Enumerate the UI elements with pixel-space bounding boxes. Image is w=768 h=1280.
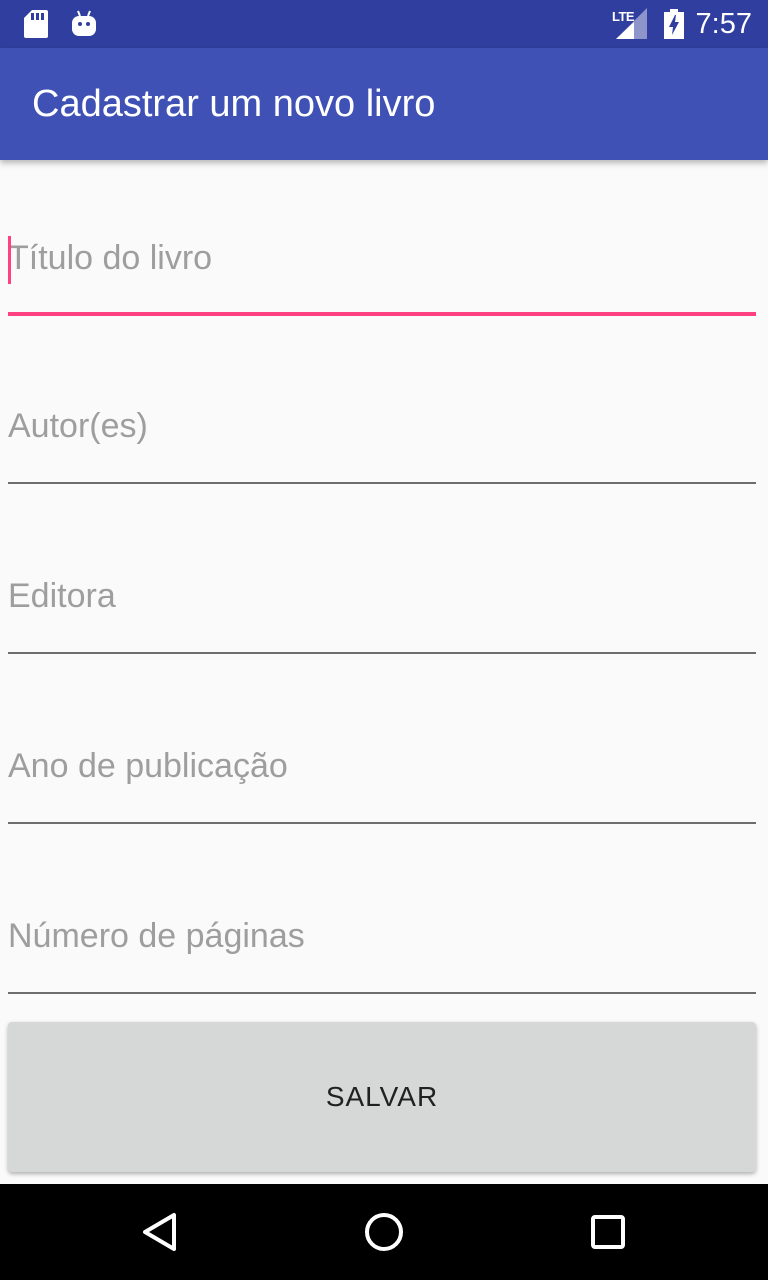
recents-icon[interactable]: [584, 1208, 632, 1256]
year-input[interactable]: [8, 724, 756, 824]
year-field[interactable]: Ano de publicação: [8, 724, 756, 824]
home-icon[interactable]: [360, 1208, 408, 1256]
signal-icon: [614, 8, 648, 45]
pages-field[interactable]: Número de páginas: [8, 894, 756, 994]
navigation-bar: [0, 1184, 768, 1280]
author-field[interactable]: Autor(es): [8, 384, 756, 484]
page-title: Cadastrar um novo livro: [32, 83, 436, 125]
clock: 7:57: [695, 8, 752, 40]
pages-underline: [8, 992, 756, 994]
author-underline: [8, 482, 756, 484]
publisher-underline: [8, 652, 756, 654]
book-form: Título do livro Autor(es) Editora Ano de…: [0, 160, 768, 1184]
status-bar: LTE 7:57: [0, 0, 768, 48]
publisher-field[interactable]: Editora: [8, 554, 756, 654]
year-underline: [8, 822, 756, 824]
author-input[interactable]: [8, 384, 756, 484]
battery-charging-icon: [664, 9, 684, 44]
pages-input[interactable]: [8, 894, 756, 994]
save-button[interactable]: SALVAR: [8, 1022, 756, 1172]
sd-card-icon: [24, 10, 48, 43]
back-icon[interactable]: [136, 1208, 184, 1256]
publisher-input[interactable]: [8, 554, 756, 654]
save-button-label: SALVAR: [325, 1081, 439, 1112]
title-underline: [8, 312, 756, 316]
android-icon: [72, 8, 96, 43]
app-bar: Cadastrar um novo livro: [0, 48, 768, 160]
title-field[interactable]: Título do livro: [8, 216, 756, 316]
title-input[interactable]: [8, 216, 756, 316]
text-cursor: [8, 236, 11, 284]
